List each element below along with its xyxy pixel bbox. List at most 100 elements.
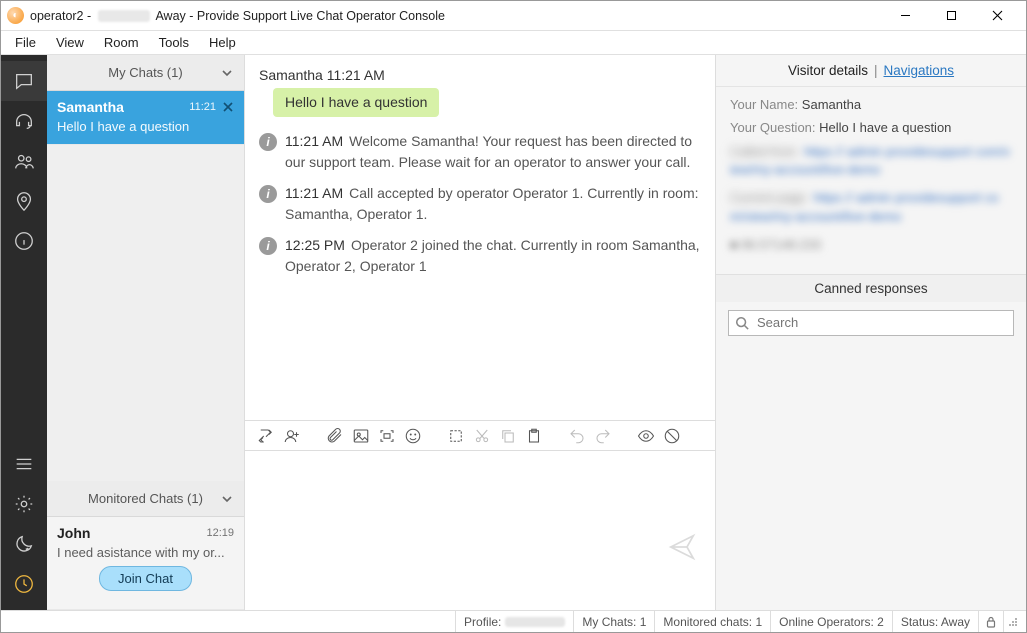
info-badge-icon: i (259, 133, 277, 151)
sysmsg-text: Operator 2 joined the chat. Currently in… (285, 237, 700, 274)
compose-toolbar (245, 420, 715, 450)
tab-visitor-details[interactable]: Visitor details (788, 63, 868, 78)
label-your-name: Your Name: (730, 97, 798, 112)
mychats-header[interactable]: My Chats (1) (47, 55, 244, 91)
select-icon[interactable] (443, 423, 469, 449)
copy-icon[interactable] (495, 423, 521, 449)
invite-operator-icon[interactable] (279, 423, 305, 449)
search-icon (735, 316, 749, 330)
chat-list-panel: My Chats (1) Samantha 11:21 Hello I have… (47, 55, 245, 610)
canned-header: Canned responses (716, 274, 1026, 302)
menu-view[interactable]: View (46, 33, 94, 52)
chat-item-samantha[interactable]: Samantha 11:21 Hello I have a question (47, 91, 244, 145)
menu-tools[interactable]: Tools (149, 33, 199, 52)
chevron-down-icon (220, 492, 234, 506)
image-icon[interactable] (348, 423, 374, 449)
menu-file[interactable]: File (5, 33, 46, 52)
status-status: Status: Away (892, 611, 978, 632)
window-title: operator2 - Away - Provide Support Live … (30, 9, 445, 23)
join-chat-button[interactable]: Join Chat (99, 566, 192, 591)
lock-icon (978, 611, 1003, 632)
gear-icon[interactable] (1, 484, 47, 524)
details-tabs: Visitor details | Navigations (716, 55, 1026, 87)
statusbar: Profile: My Chats: 1 Monitored chats: 1 … (1, 610, 1026, 632)
monitored-header[interactable]: Monitored Chats (1) (47, 481, 244, 517)
status-online-ops: Online Operators: 2 (770, 611, 892, 632)
details-panel: Visitor details | Navigations Your Name:… (716, 55, 1026, 610)
attachment-icon[interactable] (322, 423, 348, 449)
details-body: Your Name: Samantha Your Question: Hello… (716, 87, 1026, 274)
conversation-scroll[interactable]: Samantha 11:21 AM Hello I have a questio… (245, 55, 715, 420)
redo-icon[interactable] (590, 423, 616, 449)
cobrowse-icon[interactable] (633, 423, 659, 449)
title-status: Away (155, 9, 185, 23)
screenshot-icon[interactable] (374, 423, 400, 449)
conversation-panel: Samantha 11:21 AM Hello I have a questio… (245, 55, 716, 610)
chat-item-name: John (57, 525, 90, 541)
value-your-question: Hello I have a question (819, 120, 951, 135)
convo-visitor-name: Samantha (259, 67, 323, 83)
sys-buttons (882, 2, 1020, 30)
clock-icon[interactable] (1, 564, 47, 604)
people-icon[interactable] (1, 141, 47, 181)
headset-icon[interactable] (1, 101, 47, 141)
app-window: ◐ operator2 - Away - Provide Support Liv… (0, 0, 1027, 633)
details-redacted: Current page https // admin providesuppo… (730, 189, 1012, 225)
map-pin-icon[interactable] (1, 181, 47, 221)
send-icon[interactable] (667, 532, 697, 562)
visitor-message-bubble: Hello I have a question (273, 88, 439, 117)
emoji-icon[interactable] (400, 423, 426, 449)
minimize-button[interactable] (882, 2, 928, 30)
sysmsg-text: Call accepted by operator Operator 1. Cu… (285, 185, 699, 222)
close-chat-icon[interactable] (222, 101, 234, 113)
canned-body (716, 302, 1026, 344)
menu-room[interactable]: Room (94, 33, 149, 52)
menu-help[interactable]: Help (199, 33, 246, 52)
sysmsg-time: 12:25 PM (285, 237, 345, 253)
value-your-name: Samantha (802, 97, 861, 112)
info-badge-icon: i (259, 185, 277, 203)
resize-grip-icon[interactable] (1003, 611, 1022, 632)
sysmsg-text: Welcome Samantha! Your request has been … (285, 133, 692, 170)
status-mychats: My Chats: 1 (573, 611, 654, 632)
sysmsg-time: 11:21 AM (285, 185, 343, 201)
undo-icon[interactable] (564, 423, 590, 449)
info-icon[interactable] (1, 221, 47, 261)
system-message: i 12:25 PMOperator 2 joined the chat. Cu… (259, 235, 701, 277)
cut-icon[interactable] (469, 423, 495, 449)
canned-search[interactable] (728, 310, 1014, 336)
compose-area (245, 450, 715, 610)
message-input[interactable] (245, 451, 715, 610)
details-redacted: Called from https // admin providesuppor… (730, 143, 1012, 179)
chevron-down-icon (220, 66, 234, 80)
paste-icon[interactable] (521, 423, 547, 449)
tab-navigations[interactable]: Navigations (884, 63, 955, 78)
info-badge-icon: i (259, 237, 277, 255)
details-redacted: ■ 86.57148.233 (730, 236, 1012, 254)
chat-item-name: Samantha (57, 99, 124, 115)
chat-item-time: 12:19 (206, 527, 234, 539)
block-icon[interactable] (659, 423, 685, 449)
titlebar: ◐ operator2 - Away - Provide Support Liv… (1, 1, 1026, 31)
maximize-button[interactable] (928, 2, 974, 30)
canned-search-input[interactable] (755, 314, 1007, 331)
monitored-header-label: Monitored Chats (1) (88, 491, 203, 506)
chat-bubble-icon[interactable] (1, 61, 47, 101)
system-message: i 11:21 AMCall accepted by operator Oper… (259, 183, 701, 225)
transfer-icon[interactable] (253, 423, 279, 449)
chat-item-time: 11:21 (189, 101, 216, 113)
menubar: File View Room Tools Help (1, 31, 1026, 55)
hamburger-icon[interactable] (1, 444, 47, 484)
close-button[interactable] (974, 2, 1020, 30)
chat-item-preview: I need asistance with my or... (57, 545, 234, 560)
status-profile: Profile: (455, 611, 573, 632)
nav-rail (1, 55, 47, 610)
status-redacted (505, 617, 565, 627)
app-logo-icon: ◐ (7, 7, 24, 24)
mychats-empty (47, 145, 244, 481)
chat-item-preview: Hello I have a question (57, 119, 234, 134)
moon-icon[interactable] (1, 524, 47, 564)
conversation-header: Samantha 11:21 AM (259, 65, 701, 86)
body: My Chats (1) Samantha 11:21 Hello I have… (1, 55, 1026, 610)
chat-item-john[interactable]: John 12:19 I need asistance with my or..… (47, 517, 244, 610)
